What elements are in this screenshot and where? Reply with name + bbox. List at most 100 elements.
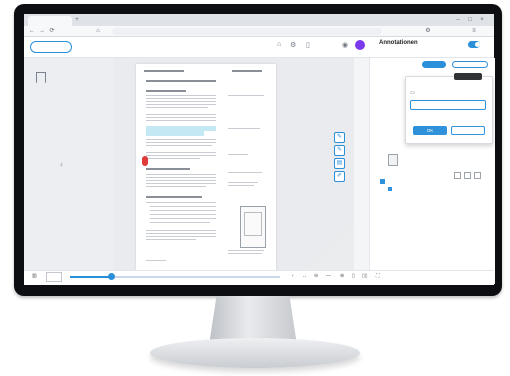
note-select-checkbox[interactable] xyxy=(454,172,461,179)
text-line xyxy=(146,139,216,140)
text-line xyxy=(146,95,216,96)
note-select-checkbox[interactable] xyxy=(474,172,481,179)
app-header xyxy=(24,37,494,58)
page-footer-line xyxy=(146,260,166,261)
text-line xyxy=(146,120,216,121)
home-view-icon[interactable]: ⌂ xyxy=(277,41,281,48)
page-number-input[interactable] xyxy=(46,272,62,282)
text-line xyxy=(146,236,216,237)
zoom-in-icon[interactable]: ⊕ xyxy=(340,273,344,279)
avatar[interactable] xyxy=(355,40,365,50)
text-line xyxy=(146,142,216,143)
new-tab-icon[interactable]: + xyxy=(73,15,81,25)
annotations-title: Annotationen xyxy=(379,40,418,46)
folder-icon: ▭ xyxy=(410,90,415,96)
text-line xyxy=(146,101,216,102)
fullscreen-icon[interactable]: ⛶ xyxy=(376,273,380,279)
browser-tab-bar xyxy=(24,14,494,26)
zoom-slider-icon[interactable]: — xyxy=(326,273,331,279)
fit-width-icon[interactable]: ↔ xyxy=(302,273,307,279)
settings-icon[interactable]: ⚙ xyxy=(290,41,296,49)
figure-caption-line xyxy=(228,250,264,251)
text-line xyxy=(146,107,208,108)
dialog-tooltip xyxy=(454,73,482,80)
dialog-cancel-button[interactable] xyxy=(451,126,485,135)
page-slider-fill xyxy=(70,276,110,278)
two-page-icon[interactable]: ▯▯ xyxy=(362,273,368,279)
text-line xyxy=(146,230,216,231)
back-arrow-icon[interactable]: ← xyxy=(28,26,36,36)
extension-icon[interactable]: ⚙ xyxy=(424,26,432,36)
margin-note-line xyxy=(228,185,254,186)
text-line xyxy=(146,202,216,203)
section-heading xyxy=(146,196,202,198)
text-line xyxy=(146,114,216,115)
note-select-checkbox[interactable] xyxy=(464,172,471,179)
text-line xyxy=(146,98,216,99)
text-line xyxy=(146,117,216,118)
text-highlight[interactable] xyxy=(146,131,204,136)
back-to-overview-button[interactable] xyxy=(30,41,72,53)
text-line xyxy=(146,239,196,240)
export-button[interactable] xyxy=(452,61,488,68)
page-header-line xyxy=(144,70,184,72)
text-line xyxy=(146,186,206,187)
new-annotation-button[interactable] xyxy=(422,61,446,68)
list-line xyxy=(150,218,216,219)
pin-marker-icon[interactable] xyxy=(142,156,148,166)
document-thumb-icon xyxy=(388,154,398,166)
margin-note-line xyxy=(228,182,258,183)
text-line xyxy=(146,177,216,178)
section-heading xyxy=(146,168,190,170)
text-line xyxy=(146,174,216,175)
figure-image xyxy=(244,212,262,236)
text-line xyxy=(146,104,216,105)
note-pen-icon[interactable]: ✎ xyxy=(334,145,345,156)
thumbnails-icon[interactable]: ▥ xyxy=(32,273,37,279)
forward-arrow-icon[interactable]: → xyxy=(38,26,46,36)
left-gutter xyxy=(24,58,114,270)
browser-menu-icon[interactable]: ≡ xyxy=(470,26,478,36)
text-line xyxy=(146,145,212,146)
list-line xyxy=(150,214,216,215)
prev-page-icon[interactable]: ‹ xyxy=(292,273,294,279)
browser-window: + – □ × ← → ⟳ ⌂ ⚙ ≡ ⌂ ⚙ ▯ ◉ Annotationen… xyxy=(24,14,495,285)
reload-icon[interactable]: ⟳ xyxy=(48,26,56,36)
user-icon[interactable]: ◉ xyxy=(342,41,348,49)
page-slider-handle[interactable] xyxy=(108,273,115,280)
text-line xyxy=(146,158,200,159)
section-heading xyxy=(146,90,186,92)
list-line xyxy=(150,222,210,223)
text-line xyxy=(146,183,216,184)
zoom-out-icon[interactable]: ⊖ xyxy=(314,273,318,279)
text-line xyxy=(146,180,216,181)
dialog-ok-button[interactable]: OK xyxy=(413,126,447,135)
margin-note-line xyxy=(228,95,264,96)
page-header-line xyxy=(232,70,262,72)
layout-icon[interactable]: ▯ xyxy=(306,41,310,49)
folder-name-input[interactable] xyxy=(410,100,486,110)
figure-caption-line xyxy=(228,253,262,254)
note-marker-icon xyxy=(388,187,392,191)
single-page-icon[interactable]: ▯ xyxy=(352,273,355,279)
highlight-pen-icon[interactable]: ✎ xyxy=(334,132,345,143)
browser-tab-active[interactable] xyxy=(28,16,72,26)
list-line xyxy=(150,206,216,207)
text-line xyxy=(146,155,216,156)
toggle-knob xyxy=(475,42,480,47)
minimize-icon[interactable]: – xyxy=(454,15,462,25)
maximize-icon[interactable]: □ xyxy=(466,15,474,25)
address-bar[interactable] xyxy=(112,28,382,35)
text-line xyxy=(146,233,216,234)
margin-note-line xyxy=(228,154,248,155)
chevron-left-icon[interactable]: ‹ xyxy=(60,159,63,169)
comment-icon[interactable]: ▤ xyxy=(334,158,345,169)
home-icon[interactable]: ⌂ xyxy=(94,28,102,35)
list-line xyxy=(150,210,216,211)
section-heading xyxy=(146,80,216,82)
margin-note-line xyxy=(228,172,262,173)
draw-icon[interactable]: ✐ xyxy=(334,171,345,182)
close-window-icon[interactable]: × xyxy=(478,15,486,25)
margin-note-line xyxy=(228,128,260,129)
monitor-stand-base xyxy=(150,338,360,368)
